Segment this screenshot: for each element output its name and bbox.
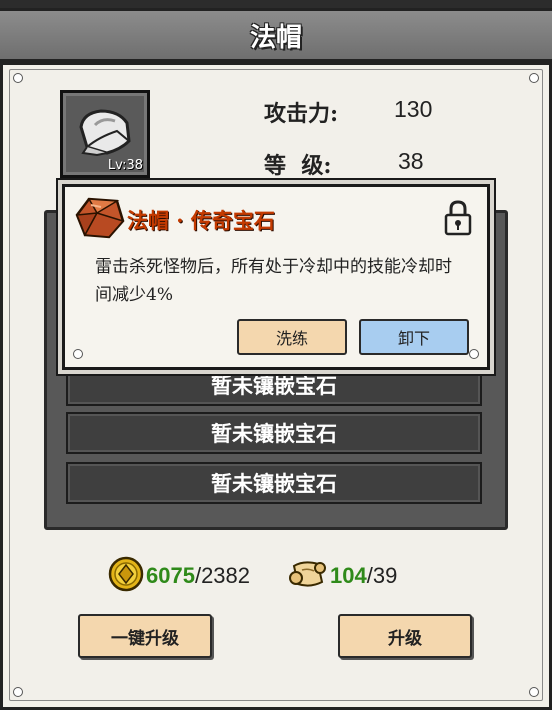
rivet: [73, 349, 83, 359]
upgrade-all-label: 一键升级: [111, 628, 179, 649]
rivet: [13, 687, 23, 697]
gem-detail-popup: 法帽 · 传奇宝石 雷击杀死怪物后，所有处于冷却中的技能冷却时间减少4% 洗练 …: [62, 184, 490, 370]
level-label: 等 级:: [264, 153, 332, 179]
gold-coin-icon: [108, 556, 144, 592]
scroll-have: 104: [330, 563, 367, 588]
remove-gem-button[interactable]: 卸下: [359, 319, 469, 355]
gem-slot-label: 暂未镶嵌宝石: [211, 373, 337, 398]
lock-icon[interactable]: [443, 199, 473, 237]
upgrade-all-button[interactable]: 一键升级: [78, 614, 212, 658]
title-bar: 法帽: [0, 8, 552, 62]
attack-value: 130: [394, 96, 433, 122]
gem-slot-2[interactable]: 暂未镶嵌宝石: [66, 412, 482, 454]
item-level-badge: Lv:38: [107, 158, 143, 173]
gem-slot-label: 暂未镶嵌宝石: [211, 421, 337, 446]
gold-have: 6075: [146, 563, 195, 588]
wash-button[interactable]: 洗练: [237, 319, 347, 355]
upgrade-label: 升级: [388, 628, 422, 649]
wash-button-label: 洗练: [275, 329, 308, 348]
gem-slot-3[interactable]: 暂未镶嵌宝石: [66, 462, 482, 504]
gem-slot-label: 暂未镶嵌宝石: [211, 471, 337, 496]
rivet: [13, 73, 23, 83]
page-title: 法帽: [249, 22, 302, 53]
item-slot[interactable]: Lv:38: [60, 90, 150, 178]
level-value: 38: [398, 148, 424, 174]
gem-description: 雷击杀死怪物后，所有处于冷却中的技能冷却时间减少4%: [95, 257, 452, 305]
gold-need: /2382: [194, 563, 251, 588]
gem-title: 法帽 · 传奇宝石: [127, 208, 275, 233]
upgrade-button[interactable]: 升级: [338, 614, 472, 658]
gold-counter: 6075/2382: [146, 563, 250, 589]
gem-slot-1[interactable]: 暂未镶嵌宝石: [66, 364, 482, 406]
attack-label: 攻击力:: [264, 101, 339, 127]
scroll-icon: [289, 561, 326, 587]
remove-button-label: 卸下: [397, 329, 430, 348]
orange-gem-icon: [75, 197, 125, 239]
rivet: [529, 73, 539, 83]
rivet: [469, 349, 479, 359]
scroll-counter: 104/39: [330, 563, 397, 589]
rivet: [529, 687, 539, 697]
scroll-need: /39: [366, 563, 398, 588]
